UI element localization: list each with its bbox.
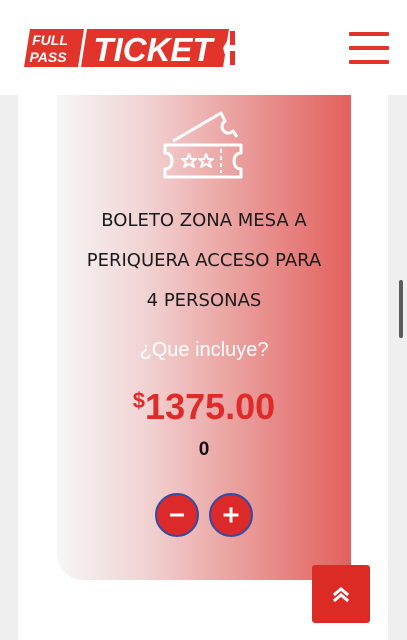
quantity-value: 0 [198,439,210,460]
scrollbar-thumb[interactable] [399,280,403,338]
decrement-button[interactable] [155,493,199,537]
ticket-card: BOLETO ZONA MESA A PERIQUERA ACCESO PARA… [57,95,351,580]
logo-word-pass: PASS [29,49,67,65]
fullpass-ticket-logo[interactable]: FULL PASS TICKET [24,29,235,67]
price-amount: 1375.00 [145,386,276,427]
ticket-title: BOLETO ZONA MESA A PERIQUERA ACCESO PARA… [57,201,351,321]
site-header: FULL PASS TICKET [0,0,407,95]
logo-word-ticket: TICKET [93,31,215,67]
ticket-stars-icon [163,111,243,179]
ticket-price: $1375.00 [57,386,351,428]
increment-button[interactable] [209,493,253,537]
logo-word-full: FULL [32,32,68,48]
ticket-title-line: 4 PERSONAS [146,290,262,311]
currency-symbol: $ [132,388,146,413]
ticket-title-line: BOLETO ZONA MESA A [101,210,307,231]
minus-icon [170,513,184,517]
ticket-title-line: PERIQUERA ACCESO PARA [86,250,322,271]
includes-link[interactable]: ¿Que incluye? [57,339,351,362]
hamburger-menu-icon[interactable] [349,32,389,64]
chevron-double-up-icon [332,587,350,602]
back-to-top-button[interactable] [312,565,370,623]
